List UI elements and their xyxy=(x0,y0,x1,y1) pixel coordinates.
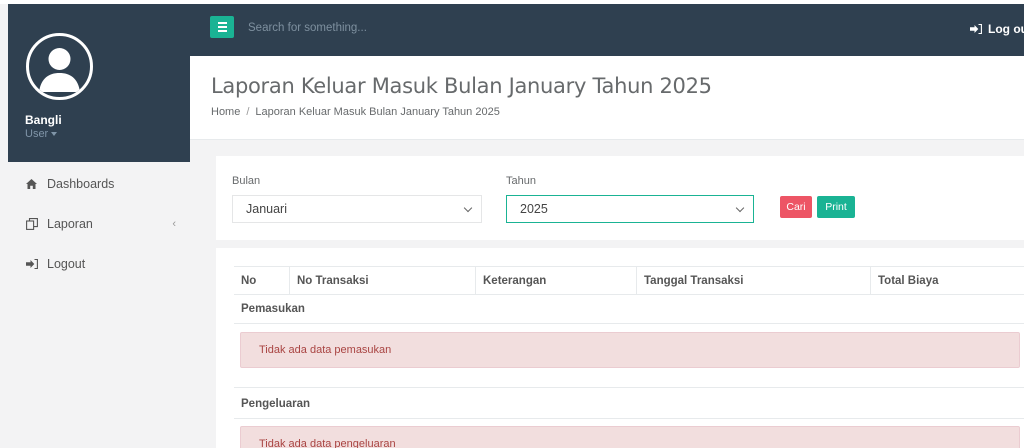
user-avatar-icon[interactable] xyxy=(26,33,93,100)
alert-message: Tidak ada data pengeluaran xyxy=(259,438,396,448)
print-button[interactable]: Print xyxy=(817,196,855,218)
caret-down-icon xyxy=(51,132,58,137)
column-header-tanggal-transaksi: Tanggal Transaksi xyxy=(637,267,871,295)
section-row-pengeluaran: Pengeluaran xyxy=(234,390,1024,419)
menu-toggle-button[interactable] xyxy=(210,16,234,38)
sign-out-icon xyxy=(26,259,42,269)
column-header-no: No xyxy=(234,267,290,295)
search-button[interactable]: Cari xyxy=(780,196,812,218)
chevron-down-icon xyxy=(735,203,745,213)
section-title: Pemasukan xyxy=(241,303,305,315)
top-navbar: Log out xyxy=(190,4,1024,56)
column-header-total-biaya: Total Biaya xyxy=(878,275,939,287)
year-label: Tahun xyxy=(506,175,536,187)
sidebar-item-logout[interactable]: Logout xyxy=(8,246,190,282)
breadcrumb-current: Laporan Keluar Masuk Bulan January Tahun… xyxy=(255,106,500,118)
breadcrumb-home-link[interactable]: Home xyxy=(211,106,240,118)
report-table-panel: No No Transaksi Keterangan Tanggal Trans… xyxy=(216,248,1024,448)
month-select[interactable]: Januari xyxy=(232,195,482,223)
sidebar-item-label: Laporan xyxy=(47,217,93,231)
chevron-down-icon xyxy=(463,203,473,213)
year-select-value: 2025 xyxy=(520,202,548,216)
row-divider xyxy=(234,387,1024,388)
copy-icon xyxy=(26,218,42,230)
sidebar-item-laporan[interactable]: Laporan ‹ xyxy=(8,206,190,242)
sidebar-item-dashboards[interactable]: Dashboards xyxy=(8,166,190,202)
alert-message: Tidak ada data pemasukan xyxy=(259,344,392,356)
sidebar-item-label: Dashboards xyxy=(47,177,115,191)
column-header-keterangan: Keterangan xyxy=(476,267,637,295)
profile-role-dropdown[interactable]: User xyxy=(25,128,58,140)
month-select-value: Januari xyxy=(246,202,287,216)
sidebar: Bangli User Dashboards Laporan ‹ Logout xyxy=(8,4,190,448)
sidebar-item-label: Logout xyxy=(47,257,86,271)
page-heading: Laporan Keluar Masuk Bulan January Tahun… xyxy=(190,56,1024,140)
breadcrumb: Home / Laporan Keluar Masuk Bulan January … xyxy=(211,106,500,118)
logout-link[interactable]: Log out xyxy=(970,22,1024,36)
empty-alert-pengeluaran: Tidak ada data pengeluaran xyxy=(240,426,1020,448)
breadcrumb-separator: / xyxy=(246,106,250,118)
year-select[interactable]: 2025 xyxy=(506,195,754,223)
chevron-left-icon: ‹ xyxy=(172,218,176,230)
filter-panel: Bulan Januari Tahun 2025 Cari Print xyxy=(216,156,1024,240)
profile-role: User xyxy=(25,128,49,140)
sign-out-icon xyxy=(970,24,982,34)
profile-panel: Bangli User xyxy=(8,4,190,162)
month-label: Bulan xyxy=(232,175,261,187)
page-title: Laporan Keluar Masuk Bulan January Tahun… xyxy=(211,74,712,98)
profile-name[interactable]: Bangli xyxy=(25,113,62,127)
section-row-pemasukan: Pemasukan xyxy=(234,295,1024,324)
home-icon xyxy=(26,179,42,189)
section-title: Pengeluaran xyxy=(241,398,311,410)
logout-label: Log out xyxy=(988,22,1024,36)
search-input[interactable] xyxy=(248,16,568,40)
column-header-no-transaksi: No Transaksi xyxy=(290,267,476,295)
empty-alert-pemasukan: Tidak ada data pemasukan xyxy=(240,332,1020,368)
table-header: No No Transaksi Keterangan Tanggal Trans… xyxy=(234,266,1024,295)
